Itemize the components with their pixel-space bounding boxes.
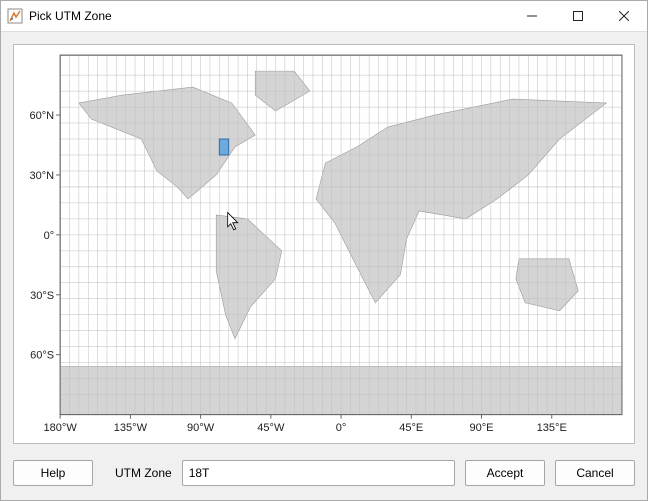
- titlebar: Pick UTM Zone: [1, 1, 647, 32]
- accept-button[interactable]: Accept: [465, 460, 545, 486]
- help-button[interactable]: Help: [13, 460, 93, 486]
- utm-zone-input[interactable]: [182, 460, 455, 486]
- svg-text:180°W: 180°W: [44, 422, 78, 434]
- maximize-button[interactable]: [555, 1, 601, 31]
- bottom-bar: Help UTM Zone Accept Cancel: [13, 454, 635, 492]
- svg-text:60°S: 60°S: [30, 350, 54, 362]
- minimize-button[interactable]: [509, 1, 555, 31]
- svg-text:0°: 0°: [336, 422, 347, 434]
- close-icon: [619, 11, 629, 21]
- cancel-button[interactable]: Cancel: [555, 460, 635, 486]
- app-icon: [7, 8, 23, 24]
- svg-text:45°E: 45°E: [399, 422, 423, 434]
- svg-text:45°W: 45°W: [257, 422, 285, 434]
- svg-text:30°N: 30°N: [29, 170, 54, 182]
- window-title: Pick UTM Zone: [29, 9, 112, 23]
- utm-map[interactable]: 60°N 30°N 0° 30°S 60°S 180°W 135°W 90°W 45°W 0° 45…: [14, 45, 634, 443]
- maximize-icon: [573, 11, 583, 21]
- svg-text:30°S: 30°S: [30, 290, 54, 302]
- svg-text:135°W: 135°W: [114, 422, 148, 434]
- map-panel: 60°N 30°N 0° 30°S 60°S 180°W 135°W 90°W 45°W 0° 45…: [13, 44, 635, 444]
- close-button[interactable]: [601, 1, 647, 31]
- svg-text:135°E: 135°E: [537, 422, 567, 434]
- content-area: 60°N 30°N 0° 30°S 60°S 180°W 135°W 90°W 45°W 0° 45…: [1, 32, 647, 500]
- svg-text:60°N: 60°N: [29, 110, 54, 122]
- window: Pick UTM Zone 60°N 30°N 0° 30°S 60°S 180°W 135…: [0, 0, 648, 501]
- utm-zone-label: UTM Zone: [115, 466, 172, 480]
- svg-text:0°: 0°: [44, 230, 55, 242]
- svg-text:90°W: 90°W: [187, 422, 215, 434]
- minimize-icon: [527, 11, 537, 21]
- svg-text:90°E: 90°E: [469, 422, 493, 434]
